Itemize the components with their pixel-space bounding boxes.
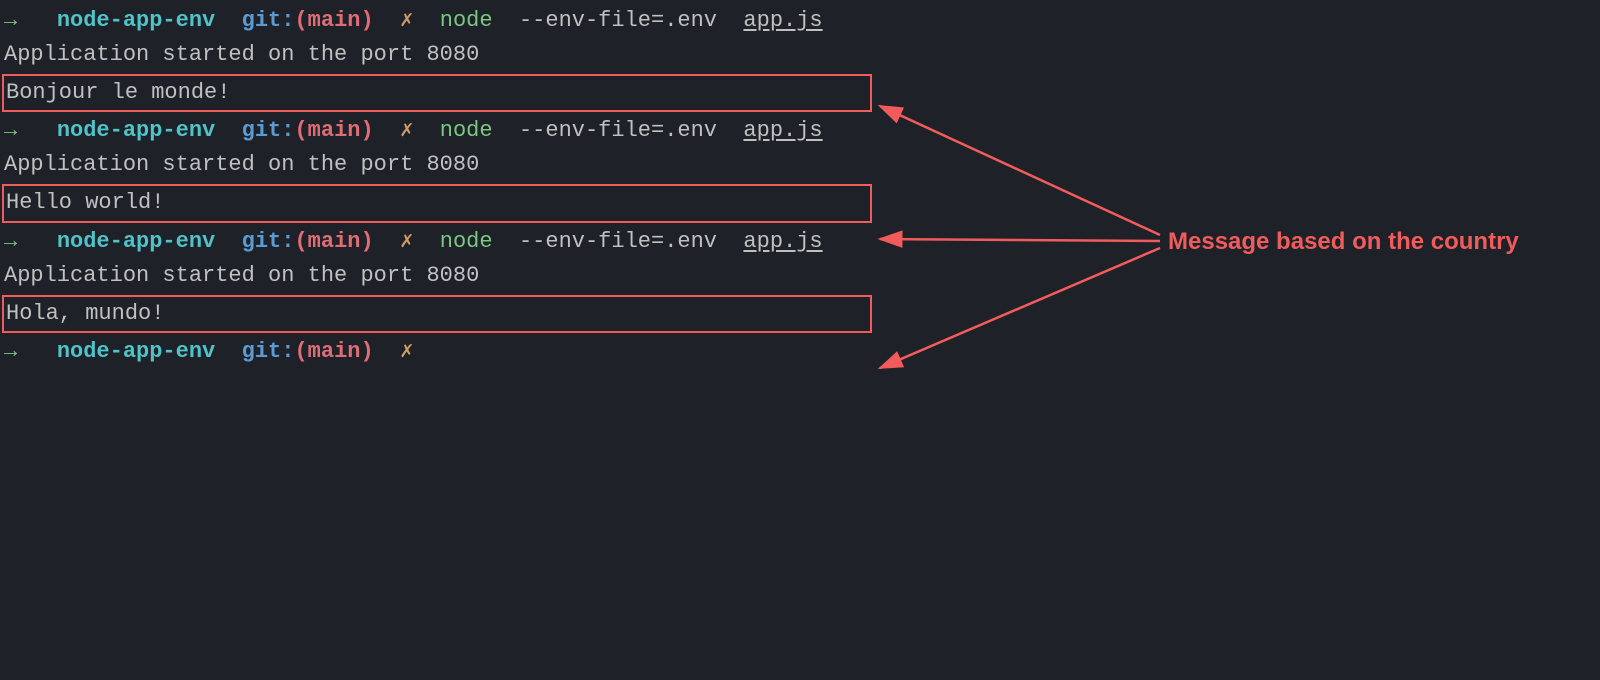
prompt-line: → node-app-env git:(main) ✗ node --env-f… <box>0 4 1600 38</box>
prompt-arrow-icon: → <box>4 8 17 33</box>
prompt-line: → node-app-env git:(main) ✗ <box>0 335 1600 369</box>
command-script: app.js <box>743 229 822 254</box>
prompt-branch: main <box>308 8 361 33</box>
prompt-arrow-icon: → <box>4 339 17 364</box>
prompt-directory: node-app-env <box>57 339 215 364</box>
prompt-paren-open: ( <box>294 8 307 33</box>
command-runtime: node <box>440 229 493 254</box>
command-script: app.js <box>743 8 822 33</box>
prompt-paren-close: ) <box>360 229 373 254</box>
output-startup: Application started on the port 8080 <box>0 259 1600 293</box>
command-flag: --env-file=.env <box>519 8 717 33</box>
output-startup: Application started on the port 8080 <box>0 148 1600 182</box>
output-message-boxed: Hello world! <box>2 184 872 222</box>
prompt-dirty-icon: ✗ <box>400 118 413 143</box>
prompt-paren-close: ) <box>360 339 373 364</box>
prompt-paren-close: ) <box>360 8 373 33</box>
prompt-paren-close: ) <box>360 118 373 143</box>
prompt-arrow-icon: → <box>4 229 17 254</box>
output-startup: Application started on the port 8080 <box>0 38 1600 72</box>
terminal[interactable]: → node-app-env git:(main) ✗ node --env-f… <box>0 4 1600 369</box>
annotation-label: Message based on the country <box>1168 228 1519 256</box>
prompt-directory: node-app-env <box>57 8 215 33</box>
prompt-branch: main <box>308 229 361 254</box>
prompt-branch: main <box>308 339 361 364</box>
command-runtime: node <box>440 8 493 33</box>
prompt-paren-open: ( <box>294 229 307 254</box>
command-flag: --env-file=.env <box>519 229 717 254</box>
output-message-boxed: Hola, mundo! <box>2 295 872 333</box>
prompt-line: → node-app-env git:(main) ✗ node --env-f… <box>0 114 1600 148</box>
prompt-paren-open: ( <box>294 339 307 364</box>
prompt-directory: node-app-env <box>57 118 215 143</box>
prompt-git-label: git: <box>242 8 295 33</box>
prompt-arrow-icon: → <box>4 118 17 143</box>
prompt-dirty-icon: ✗ <box>400 229 413 254</box>
prompt-dirty-icon: ✗ <box>400 8 413 33</box>
prompt-dirty-icon: ✗ <box>400 339 413 364</box>
prompt-git-label: git: <box>242 118 295 143</box>
command-runtime: node <box>440 118 493 143</box>
prompt-paren-open: ( <box>294 118 307 143</box>
command-flag: --env-file=.env <box>519 118 717 143</box>
output-message-boxed: Bonjour le monde! <box>2 74 872 112</box>
prompt-git-label: git: <box>242 229 295 254</box>
command-script: app.js <box>743 118 822 143</box>
prompt-branch: main <box>308 118 361 143</box>
prompt-git-label: git: <box>242 339 295 364</box>
prompt-directory: node-app-env <box>57 229 215 254</box>
